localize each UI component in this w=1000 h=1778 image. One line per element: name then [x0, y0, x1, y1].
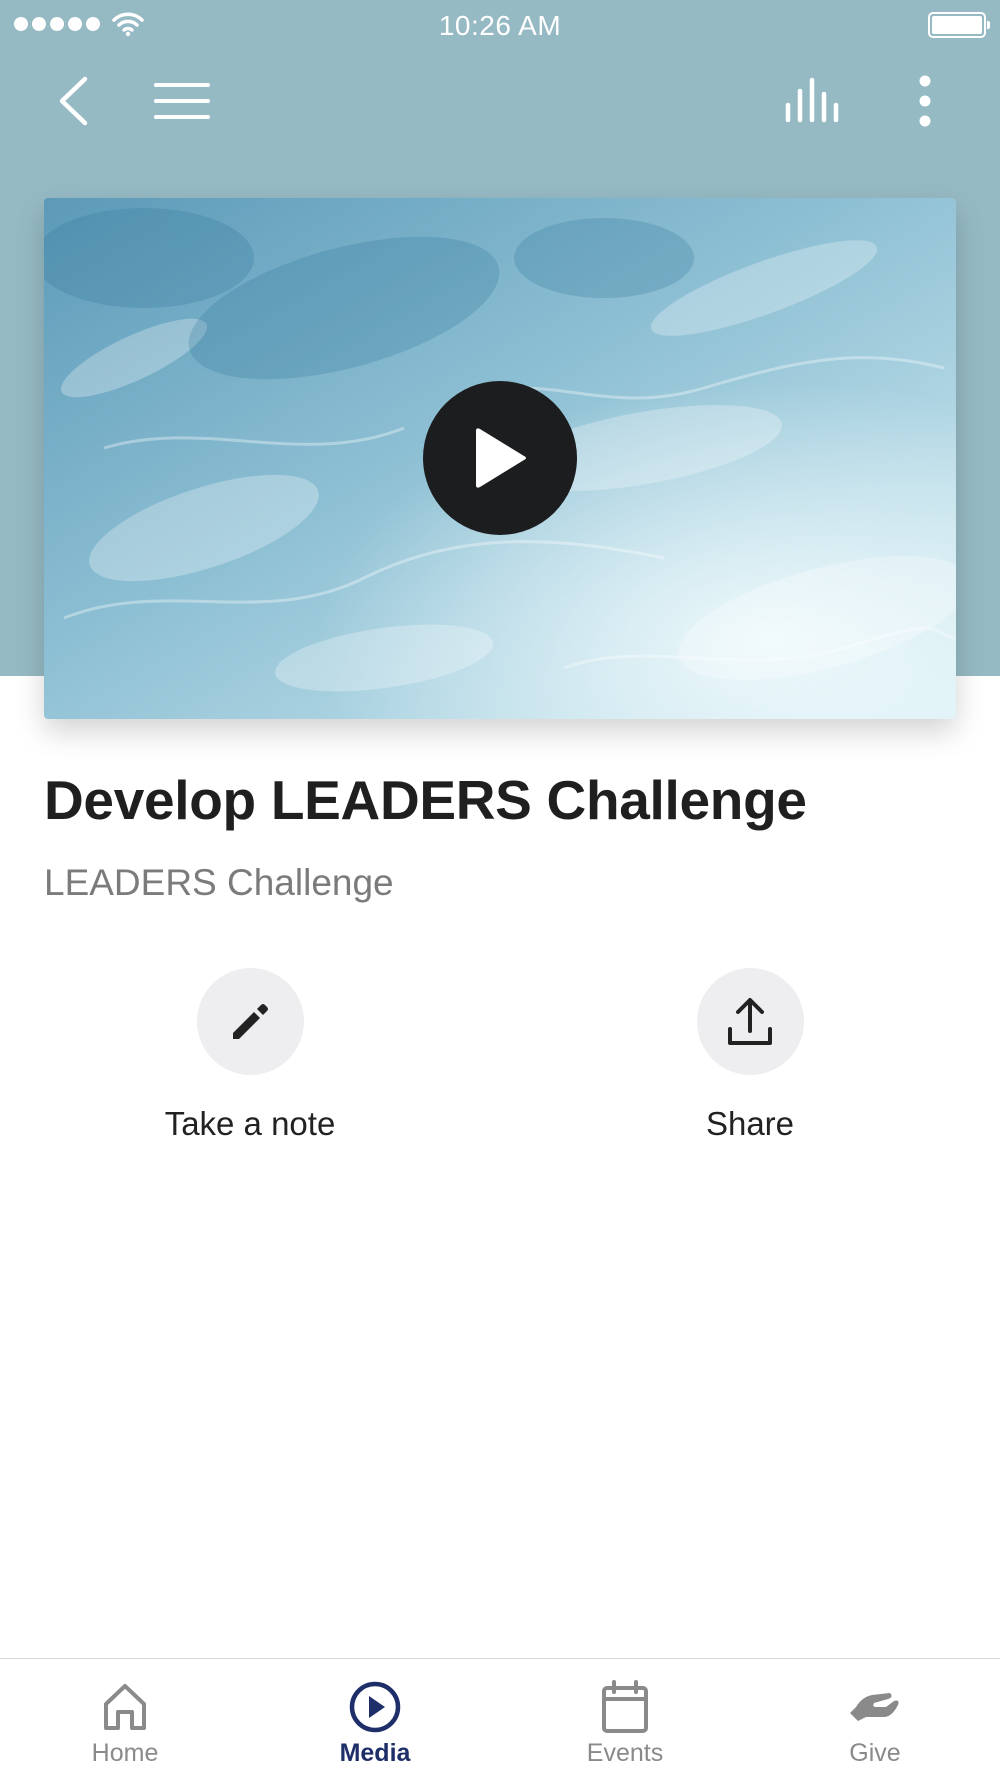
calendar-icon: [602, 1680, 648, 1733]
upload-share-icon: [728, 997, 772, 1045]
share-circle[interactable]: [696, 968, 804, 1075]
tab-media-label: Media: [339, 1739, 411, 1767]
play-circle-icon: [349, 1681, 401, 1733]
tab-home[interactable]: Home: [0, 1659, 250, 1778]
share-button[interactable]: Share: [630, 968, 870, 1143]
tab-events[interactable]: Events: [500, 1659, 750, 1778]
stats-button[interactable]: [782, 70, 844, 130]
tab-give-label: Give: [849, 1739, 901, 1767]
take-note-button[interactable]: Take a note: [130, 968, 370, 1143]
play-icon: [476, 428, 526, 488]
home-icon: [104, 1684, 146, 1730]
bar-stats-icon: [785, 77, 839, 123]
hamburger-menu-icon: [154, 83, 210, 119]
tab-give[interactable]: Give: [750, 1659, 1000, 1778]
take-note-circle[interactable]: [196, 968, 304, 1075]
status-bar: 10:26 AM: [0, 0, 1000, 50]
pencil-icon: [233, 1003, 268, 1039]
back-button[interactable]: [48, 70, 98, 132]
tab-media[interactable]: Media: [250, 1659, 500, 1778]
back-chevron-icon: [59, 76, 88, 126]
tab-events-label: Events: [586, 1739, 664, 1767]
take-note-label: Take a note: [164, 1105, 336, 1142]
more-options-button[interactable]: [905, 70, 945, 132]
video-player[interactable]: [44, 198, 956, 719]
media-title: Develop LEADERS Challenge: [44, 769, 807, 831]
hand-give-icon: [850, 1693, 899, 1721]
media-subtitle: LEADERS Challenge: [44, 862, 394, 903]
menu-button[interactable]: [150, 72, 214, 130]
share-label: Share: [705, 1105, 795, 1142]
tab-bar: Home Media Events Give: [0, 1658, 1000, 1778]
status-time: 10:26 AM: [438, 10, 562, 41]
play-button[interactable]: [423, 381, 577, 535]
vertical-dots-icon: [919, 75, 931, 127]
battery-icon: [928, 12, 990, 38]
tab-home-label: Home: [91, 1739, 159, 1767]
